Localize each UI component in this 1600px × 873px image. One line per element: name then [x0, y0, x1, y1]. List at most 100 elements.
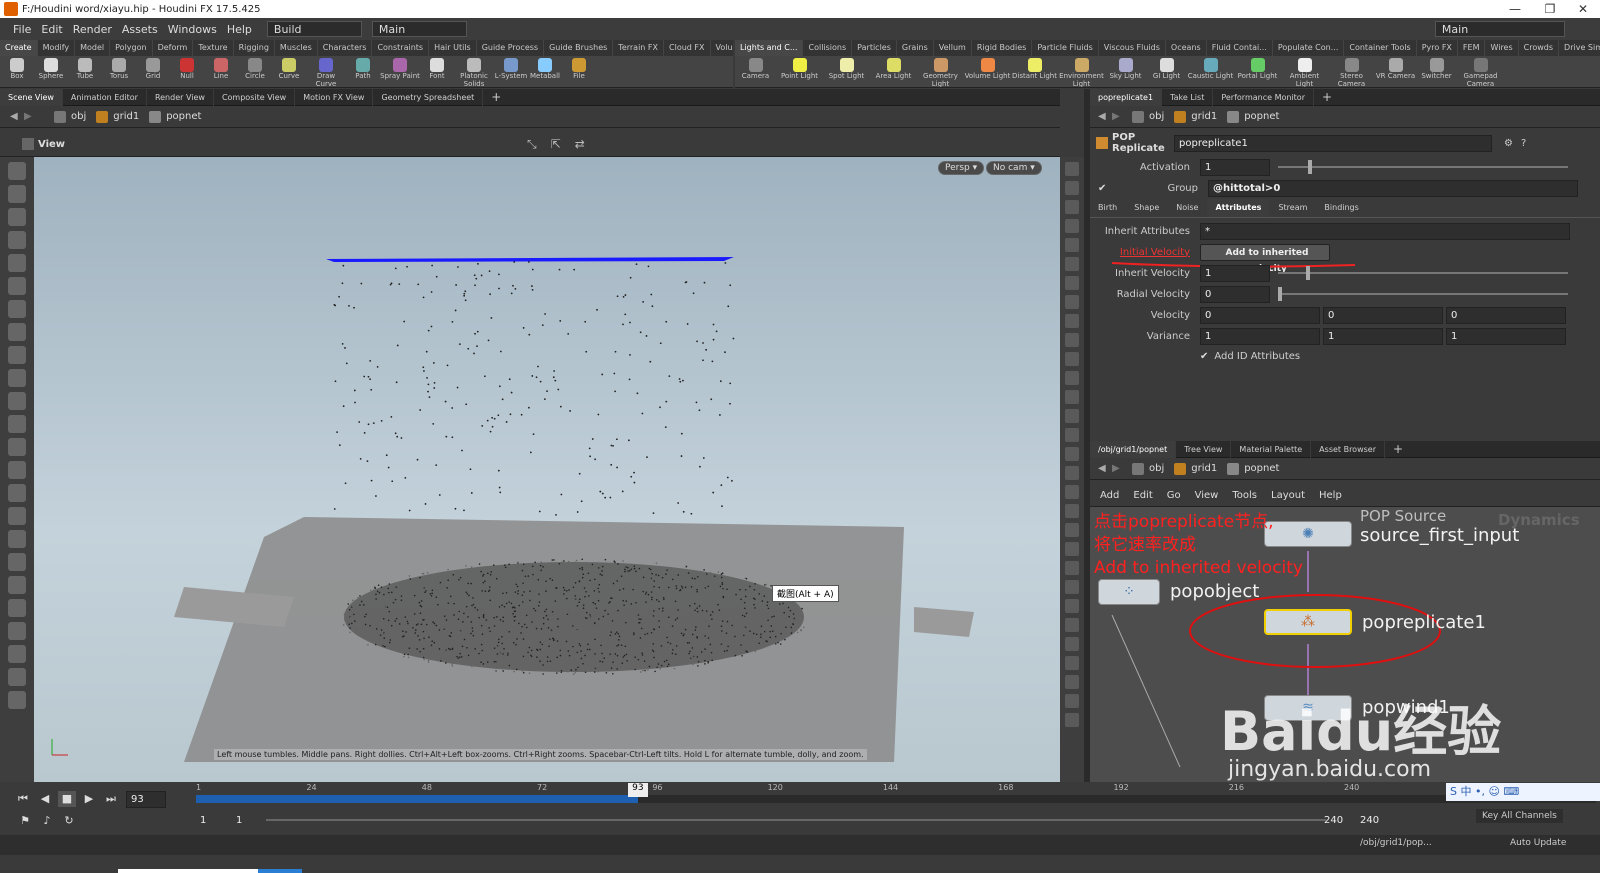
radial-velocity-field[interactable]: 0 [1200, 285, 1270, 303]
net-path-popnet[interactable]: popnet [1227, 462, 1279, 475]
display-option-12-icon[interactable] [1065, 390, 1079, 404]
display-option-15-icon[interactable] [1065, 447, 1079, 461]
activation-slider[interactable] [1278, 160, 1568, 174]
display-option-19-icon[interactable] [1065, 523, 1079, 537]
menu-render[interactable]: Render [68, 23, 117, 36]
shelf-tab-particles[interactable]: Particles [852, 40, 897, 56]
popreplicate1-node[interactable]: ⁂ [1264, 609, 1352, 635]
tool-curve[interactable]: Curve [272, 56, 306, 87]
display-option-6-icon[interactable] [1065, 276, 1079, 290]
activation-field[interactable]: 1 [1200, 158, 1270, 176]
tool-ambient-light[interactable]: Ambient Light [1281, 56, 1328, 87]
key-all-channels-select[interactable]: Key All Channels [1476, 809, 1563, 823]
display-option-11-icon[interactable] [1065, 371, 1079, 385]
shelf-tab-populate-con[interactable]: Populate Con... [1273, 40, 1345, 56]
tool-metaball[interactable]: Metaball [528, 56, 562, 87]
left-tool-18-icon[interactable] [8, 576, 26, 594]
subtab-noise[interactable]: Noise [1168, 199, 1208, 217]
left-tool-4-icon[interactable] [8, 254, 26, 272]
tool-sky-light[interactable]: Sky Light [1105, 56, 1146, 87]
net-path-grid1[interactable]: grid1 [1174, 462, 1217, 475]
end-frame-field-2[interactable]: 240 [1356, 813, 1382, 830]
end-frame-field[interactable]: 240 [1320, 813, 1346, 830]
display-option-10-icon[interactable] [1065, 352, 1079, 366]
left-tool-0-icon[interactable] [8, 162, 26, 180]
display-option-25-icon[interactable] [1065, 637, 1079, 651]
display-option-27-icon[interactable] [1065, 675, 1079, 689]
maximize-button[interactable]: ❐ [1535, 0, 1565, 18]
display-option-5-icon[interactable] [1065, 257, 1079, 271]
tab-scene-view[interactable]: Scene View [0, 88, 63, 106]
variance-z-field[interactable]: 1 [1446, 327, 1566, 345]
loop-icon[interactable]: ↻ [60, 813, 78, 829]
range-slider[interactable] [266, 819, 1326, 821]
tool-switcher[interactable]: Switcher [1416, 56, 1457, 87]
tool-l-system[interactable]: L-System [494, 56, 528, 87]
shelf-tab-model[interactable]: Model [75, 40, 111, 56]
menu-windows[interactable]: Windows [163, 23, 222, 36]
tool-draw-curve[interactable]: Draw Curve [306, 56, 346, 87]
path-grid1[interactable]: grid1 [96, 110, 139, 123]
parm-forward-icon[interactable]: ▶ [1112, 111, 1132, 122]
no-cam-button[interactable]: No cam ▾ [986, 161, 1042, 175]
tool-vr-camera[interactable]: VR Camera [1375, 56, 1416, 87]
main-desktop-select[interactable]: Main [371, 21, 467, 37]
display-option-22-icon[interactable] [1065, 580, 1079, 594]
swap-icon[interactable]: ⇄ [575, 137, 585, 151]
start-frame-field[interactable]: 1 [196, 813, 226, 830]
stop-button[interactable]: ■ [58, 791, 76, 807]
tool-distant-light[interactable]: Distant Light [1011, 56, 1058, 87]
parm-path-grid1[interactable]: grid1 [1174, 110, 1217, 123]
left-tool-3-icon[interactable] [8, 231, 26, 249]
jump-start-button[interactable]: ⏮ [14, 791, 32, 807]
path-obj[interactable]: obj [54, 110, 86, 123]
display-option-18-icon[interactable] [1065, 504, 1079, 518]
shelf-tab-guide-process[interactable]: Guide Process [477, 40, 545, 56]
persp-button[interactable]: Persp ▾ [938, 161, 985, 175]
display-option-1-icon[interactable] [1065, 181, 1079, 195]
left-tool-10-icon[interactable] [8, 392, 26, 410]
popobject-node[interactable]: ⁘ [1098, 579, 1160, 605]
shelf-tab-rigid-bodies[interactable]: Rigid Bodies [972, 40, 1033, 56]
tool-tube[interactable]: Tube [68, 56, 102, 87]
realtime-toggle[interactable]: ⚑ [16, 813, 34, 829]
shelf-tab-viscous-fluids[interactable]: Viscous Fluids [1099, 40, 1166, 56]
net-menu-view[interactable]: View [1195, 490, 1219, 501]
velocity-y-field[interactable]: 0 [1323, 306, 1443, 324]
parm-back-icon[interactable]: ◀ [1098, 111, 1112, 122]
shelf-tab-fem[interactable]: FEM [1458, 40, 1486, 56]
variance-y-field[interactable]: 1 [1323, 327, 1443, 345]
net-menu-go[interactable]: Go [1167, 490, 1181, 501]
left-tool-21-icon[interactable] [8, 645, 26, 663]
tool-null[interactable]: Null [170, 56, 204, 87]
velocity-z-field[interactable]: 0 [1446, 306, 1566, 324]
tab-animation-editor[interactable]: Animation Editor [63, 88, 147, 106]
group-toggle[interactable]: ✔ [1098, 183, 1112, 194]
help-icon[interactable]: ? [1521, 138, 1526, 149]
shelf-tab-create[interactable]: Create [0, 40, 38, 56]
tool-gi-light[interactable]: GI Light [1146, 56, 1187, 87]
tab-popreplicate1[interactable]: popreplicate1 [1090, 88, 1163, 106]
subtab-stream[interactable]: Stream [1270, 199, 1317, 217]
gear-icon[interactable]: ⚙ [1504, 138, 1513, 149]
tool-box[interactable]: Box [0, 56, 34, 87]
inherit-velocity-field[interactable]: 1 [1200, 264, 1270, 282]
shelf-tab-modify[interactable]: Modify [38, 40, 76, 56]
left-tool-6-icon[interactable] [8, 300, 26, 318]
auto-update-select[interactable]: Auto Update [1510, 838, 1566, 848]
display-option-28-icon[interactable] [1065, 694, 1079, 708]
tool-spray-paint[interactable]: Spray Paint [380, 56, 420, 87]
shelf-tab-cloud-fx[interactable]: Cloud FX [664, 40, 711, 56]
network-editor[interactable]: POP Source Dynamics ✺ source_first_input… [1090, 507, 1600, 782]
display-option-26-icon[interactable] [1065, 656, 1079, 670]
display-option-23-icon[interactable] [1065, 599, 1079, 613]
tool-line[interactable]: Line [204, 56, 238, 87]
display-option-13-icon[interactable] [1065, 409, 1079, 423]
scene-viewport[interactable]: Persp ▾ No cam ▾ 截图(Alt + A) Left mouse … [34, 157, 1060, 782]
tool-spot-light[interactable]: Spot Light [823, 56, 870, 87]
tab-geometry-spreadsheet[interactable]: Geometry Spreadsheet [373, 88, 484, 106]
left-tool-17-icon[interactable] [8, 553, 26, 571]
shelf-tab-crowds[interactable]: Crowds [1519, 40, 1560, 56]
tab-obj-grid1-popnet[interactable]: /obj/grid1/popnet [1090, 440, 1177, 458]
tool-path[interactable]: Path [346, 56, 380, 87]
